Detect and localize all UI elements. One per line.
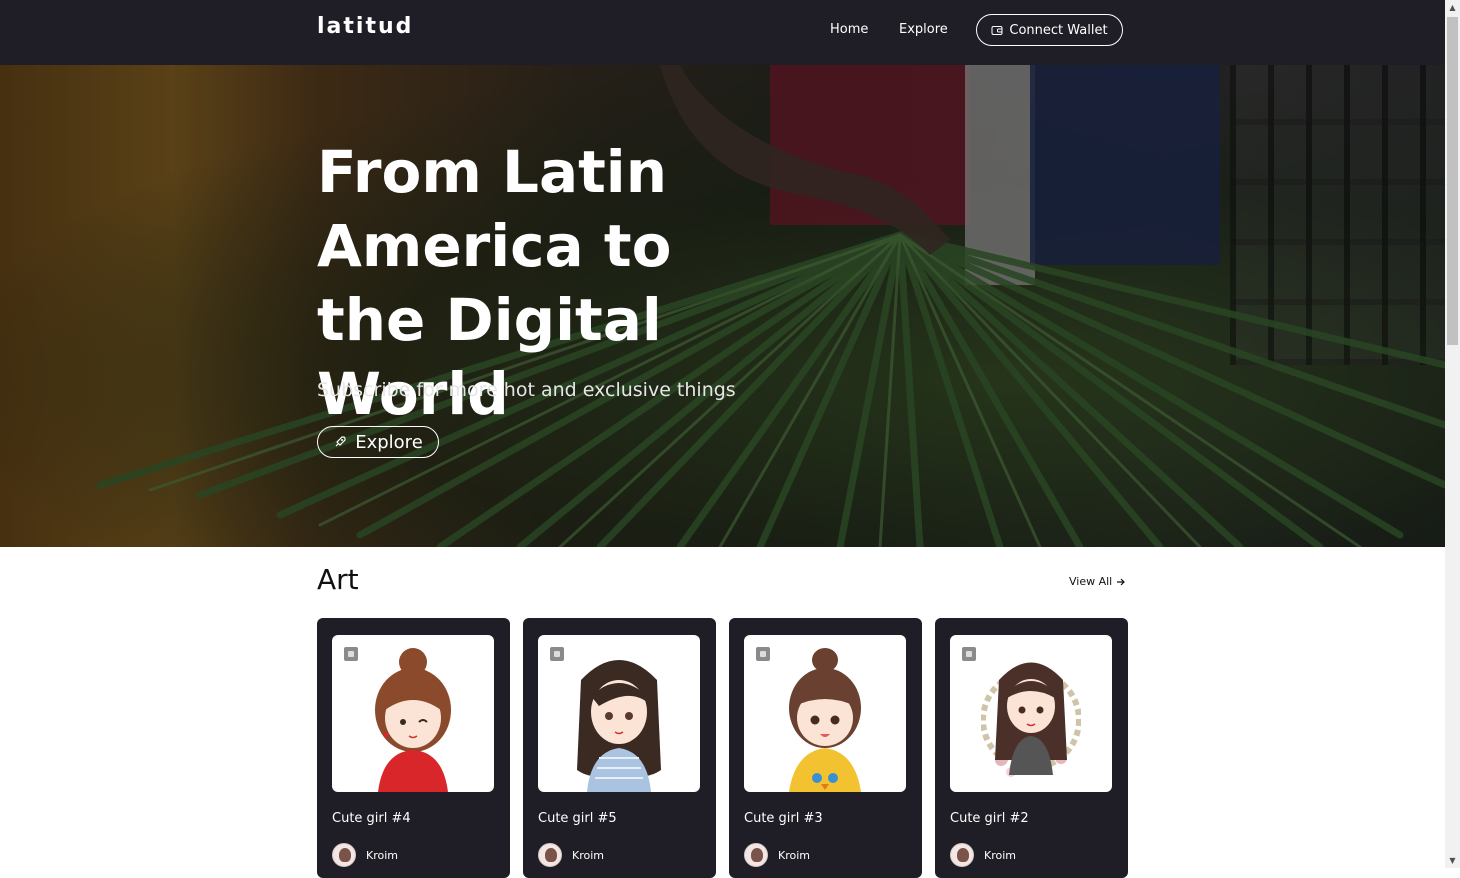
owner-avatar <box>950 843 974 867</box>
page-scrollbar[interactable]: ▲ ▼ <box>1445 0 1460 868</box>
wallet-icon <box>991 26 1003 35</box>
chibi-illustration <box>577 660 661 792</box>
hero-banner: From Latin America to the Digital World … <box>0 65 1445 547</box>
site-logo[interactable]: latitud <box>317 14 413 39</box>
nft-card-image[interactable] <box>332 635 494 792</box>
nft-card-name[interactable]: Cute girl #2 <box>950 811 1029 826</box>
nft-card-owner[interactable]: Kroim <box>744 843 810 867</box>
image-icon <box>962 647 976 661</box>
hero-subtitle: Subscribe for more hot and exclusive thi… <box>317 379 736 401</box>
nav-link-home[interactable]: Home <box>830 22 868 37</box>
chibi-illustration <box>789 648 861 792</box>
nft-card-name[interactable]: Cute girl #3 <box>744 811 823 826</box>
image-icon <box>550 647 564 661</box>
owner-avatar <box>744 843 768 867</box>
view-all-link[interactable]: View All <box>1069 575 1126 588</box>
nft-card-name[interactable]: Cute girl #4 <box>332 811 411 826</box>
nft-card-owner[interactable]: Kroim <box>538 843 604 867</box>
chibi-illustration <box>981 662 1081 777</box>
nft-card[interactable]: Cute girl #2 Kroim <box>935 618 1128 878</box>
owner-avatar <box>332 843 356 867</box>
nft-card-owner[interactable]: Kroim <box>950 843 1016 867</box>
arrow-right-icon <box>1117 578 1126 585</box>
hero-explore-button[interactable]: Explore <box>317 426 439 458</box>
image-icon <box>756 647 770 661</box>
nft-card[interactable]: Cute girl #3 Kroim <box>729 618 922 878</box>
view-all-label: View All <box>1069 575 1113 588</box>
owner-name: Kroim <box>366 848 398 862</box>
owner-name: Kroim <box>984 848 1016 862</box>
nft-card[interactable]: Cute girl #4 Kroim <box>317 618 510 878</box>
owner-name: Kroim <box>572 848 604 862</box>
scroll-down-arrow-icon[interactable]: ▼ <box>1445 853 1460 868</box>
connect-wallet-button[interactable]: Connect Wallet <box>976 14 1123 46</box>
nft-card-image[interactable] <box>950 635 1112 792</box>
owner-avatar <box>538 843 562 867</box>
chibi-illustration <box>375 648 451 792</box>
nft-card-name[interactable]: Cute girl #5 <box>538 811 617 826</box>
connect-wallet-label: Connect Wallet <box>1009 22 1108 38</box>
hero-explore-label: Explore <box>355 431 423 453</box>
nft-card-image[interactable] <box>744 635 906 792</box>
scroll-up-arrow-icon[interactable]: ▲ <box>1445 0 1460 15</box>
owner-name: Kroim <box>778 848 810 862</box>
scrollbar-thumb[interactable] <box>1447 17 1458 345</box>
nft-card-image[interactable] <box>538 635 700 792</box>
rocket-icon <box>335 436 346 447</box>
image-icon <box>344 647 358 661</box>
nft-card[interactable]: Cute girl #5 Kroim <box>523 618 716 878</box>
top-navbar: latitud Home Explore Connect Wallet <box>0 0 1445 65</box>
section-title-art: Art <box>317 563 359 596</box>
nft-card-owner[interactable]: Kroim <box>332 843 398 867</box>
nav-link-explore[interactable]: Explore <box>899 22 948 37</box>
